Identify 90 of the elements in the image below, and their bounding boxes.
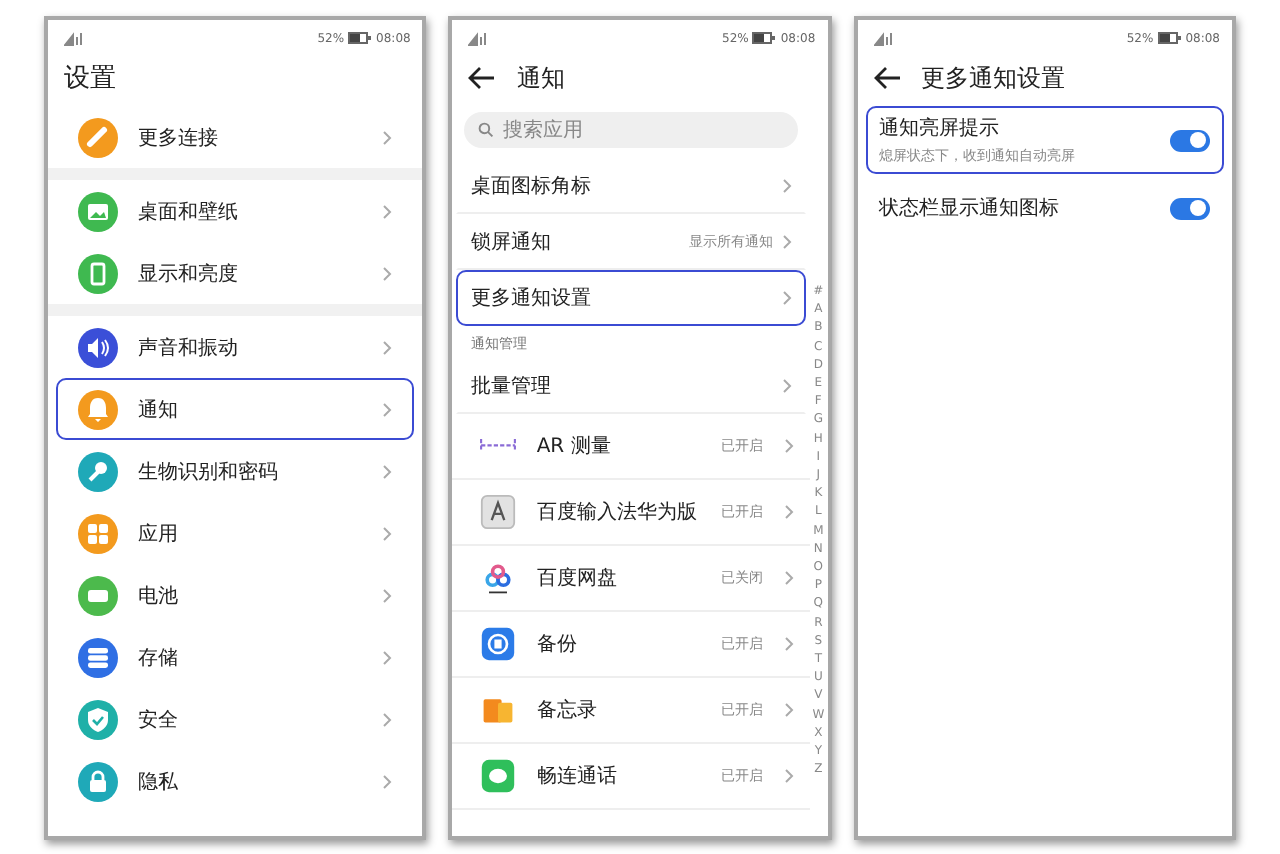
page-title: 更多通知设置 [921, 61, 1066, 95]
battery-icon [752, 32, 777, 44]
settings-label: 电池 [138, 583, 180, 609]
chevron-icon [783, 504, 794, 520]
settings-item[interactable]: 安全 [56, 688, 415, 750]
chevron-icon [783, 636, 794, 652]
chevron-icon [382, 711, 393, 727]
settings-item[interactable]: 显示和亮度 [56, 242, 415, 304]
back-arrow-icon[interactable] [468, 66, 497, 90]
chevron-icon [783, 768, 794, 784]
row-label: 批量管理 [470, 373, 553, 400]
page-title: 设置 [64, 62, 116, 96]
settings-item[interactable]: 桌面和壁纸 [56, 180, 415, 242]
chevron-icon [382, 401, 393, 417]
chevron-icon [382, 265, 393, 281]
search-icon [478, 122, 495, 138]
signal-icon [468, 31, 487, 45]
app-name: 备份 [536, 632, 579, 658]
settings-icon [78, 637, 118, 677]
app-icon [480, 626, 517, 662]
app-name: AR 测量 [536, 433, 613, 460]
settings-icon [78, 513, 118, 553]
page-title: 通知 [516, 61, 565, 95]
settings-icon [78, 253, 118, 293]
row-label: 锁屏通知 [470, 229, 553, 256]
settings-label: 显示和亮度 [138, 261, 240, 287]
chevron-icon [382, 587, 393, 603]
settings-icon [78, 451, 118, 491]
menu-row[interactable]: 桌面图标角标 [456, 158, 806, 214]
settings-item[interactable]: 隐私 [56, 750, 415, 812]
settings-item[interactable]: 更多连接 [56, 106, 415, 168]
chevron-icon [783, 702, 794, 718]
settings-item[interactable]: 通知 [56, 378, 415, 440]
settings-item[interactable]: 声音和振动 [56, 316, 415, 378]
chevron-icon [781, 178, 792, 194]
app-name: 百度输入法华为版 [536, 499, 699, 526]
settings-icon [78, 389, 118, 429]
settings-item[interactable]: 生物识别和密码 [56, 440, 415, 502]
row-label: 桌面图标角标 [470, 173, 593, 200]
chevron-icon [781, 378, 792, 394]
settings-label: 桌面和壁纸 [138, 199, 240, 225]
settings-label: 存储 [138, 645, 180, 671]
toggle-label: 通知亮屏提示 [879, 115, 1002, 142]
settings-icon [78, 761, 118, 801]
settings-label: 生物识别和密码 [138, 459, 280, 485]
settings-icon [78, 117, 118, 157]
setting-row[interactable]: 状态栏显示通知图标 [865, 178, 1224, 238]
chevron-icon [783, 570, 794, 586]
back-arrow-icon[interactable] [873, 66, 902, 90]
app-name: 百度网盘 [536, 565, 619, 592]
search-field[interactable]: 搜索应用 [464, 112, 798, 148]
toggle-switch[interactable] [1169, 129, 1210, 151]
chevron-icon [382, 649, 393, 665]
app-icon [480, 758, 517, 794]
menu-row[interactable]: 更多通知设置 [456, 270, 806, 326]
settings-label: 声音和振动 [138, 335, 240, 361]
signal-icon [64, 31, 82, 45]
app-name: 备忘录 [536, 697, 599, 724]
chevron-icon [783, 438, 794, 454]
app-icon [480, 560, 517, 596]
row-label: 更多通知设置 [470, 285, 593, 312]
settings-label: 隐私 [138, 769, 180, 795]
settings-item[interactable]: 应用 [56, 502, 415, 564]
toggle-switch[interactable] [1169, 197, 1210, 219]
settings-label: 更多连接 [138, 125, 220, 151]
battery-icon [348, 32, 373, 44]
settings-icon [78, 191, 118, 231]
chevron-icon [382, 203, 393, 219]
chevron-icon [382, 339, 393, 355]
settings-icon [78, 699, 118, 739]
signal-icon [873, 31, 892, 45]
app-icon [480, 438, 517, 454]
chevron-icon [382, 463, 393, 479]
settings-label: 应用 [138, 521, 180, 547]
chevron-icon [382, 129, 393, 145]
settings-label: 通知 [138, 397, 180, 423]
app-name: 畅连通话 [536, 763, 619, 790]
chevron-icon [382, 773, 393, 789]
settings-item[interactable]: 电池 [56, 564, 415, 626]
toggle-label: 状态栏显示通知图标 [879, 195, 1062, 222]
settings-item[interactable]: 存储 [56, 626, 415, 688]
battery-icon [1157, 32, 1182, 44]
menu-row[interactable]: 批量管理 [456, 358, 806, 414]
chevron-icon [382, 525, 393, 541]
chevron-icon [781, 290, 792, 306]
settings-icon [78, 327, 118, 367]
app-icon [480, 494, 517, 530]
chevron-icon [781, 234, 792, 250]
settings-label: 安全 [138, 707, 180, 733]
settings-icon [78, 575, 118, 615]
